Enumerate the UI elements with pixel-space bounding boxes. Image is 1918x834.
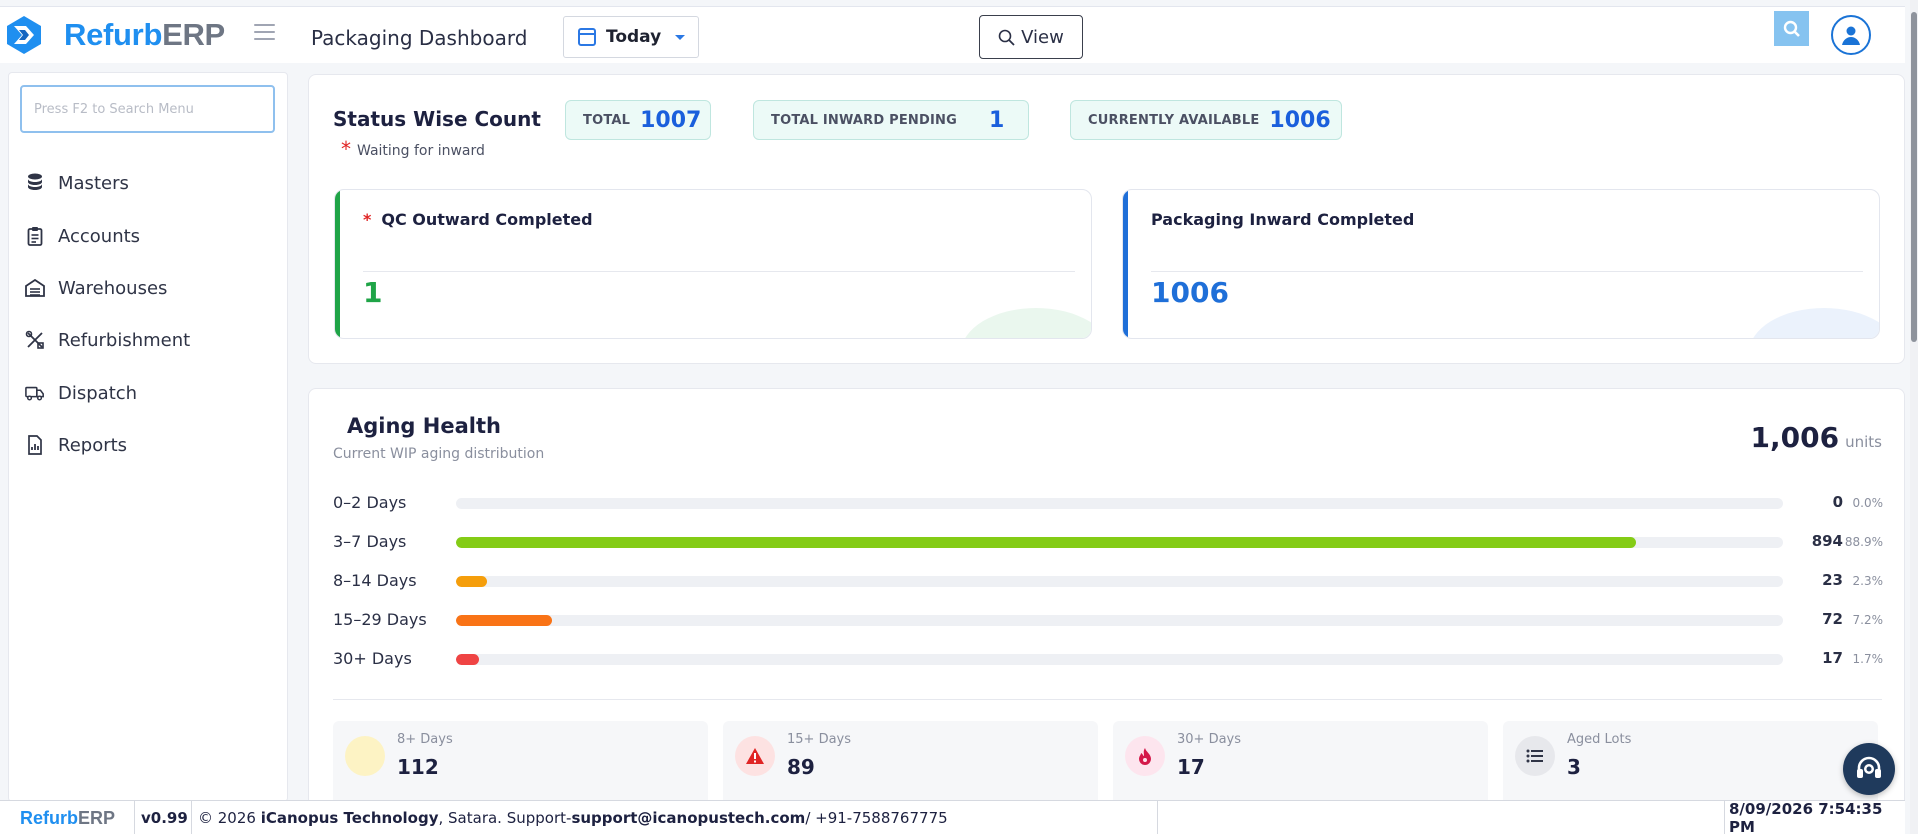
sidebar-item-label: Refurbishment [58, 329, 191, 351]
currently-available-pill: CURRENTLY AVAILABLE 1006 [1070, 100, 1342, 140]
aging-bar-fill [456, 654, 479, 665]
truck-icon [25, 383, 45, 403]
clipboard-icon [25, 226, 45, 246]
global-search-button[interactable] [1774, 11, 1809, 46]
view-button-label: View [1021, 26, 1064, 48]
menu-toggle-icon[interactable] [254, 24, 275, 42]
required-star-icon: * [341, 137, 351, 161]
aging-health-panel: Aging Health Current WIP aging distribut… [308, 388, 1905, 809]
summary-card-aged-lots[interactable]: Aged Lots 3 [1503, 721, 1878, 809]
total-pill: TOTAL 1007 [565, 100, 711, 140]
qc-outward-completed-card[interactable]: * QC Outward Completed 1 [334, 189, 1092, 339]
aging-bar-fill [456, 537, 1636, 548]
page-scrollbar[interactable] [1910, 0, 1918, 834]
status-wise-count-panel: Status Wise Count * Waiting for inward TO… [308, 74, 1905, 364]
packaging-inward-value: 1006 [1151, 276, 1229, 309]
support-email-link[interactable]: support@icanopustech.com [571, 809, 805, 827]
headset-icon [1857, 756, 1881, 778]
sidebar-item-accounts[interactable]: Accounts [25, 221, 140, 251]
required-star-icon: * [363, 210, 372, 229]
menu-search-input[interactable] [20, 85, 275, 133]
aging-title: Aging Health [347, 414, 501, 438]
user-icon [1842, 26, 1860, 45]
calendar-icon [578, 28, 596, 46]
aging-row: 30+ Days 17 1.7% [333, 649, 1883, 668]
view-button[interactable]: View [979, 15, 1083, 59]
search-icon [998, 29, 1015, 46]
user-profile-button[interactable] [1831, 15, 1871, 55]
packaging-inward-completed-card[interactable]: Packaging Inward Completed 1006 [1122, 189, 1880, 339]
chevron-down-icon [675, 34, 686, 40]
clock-icon [345, 736, 385, 776]
aging-row: 15–29 Days 72 7.2% [333, 610, 1883, 629]
footer-spacer [1158, 801, 1725, 834]
summary-card-30-plus[interactable]: 30+ Days 17 [1113, 721, 1488, 809]
aging-row: 0–2 Days 0 0.0% [333, 493, 1883, 512]
sidebar-item-warehouses[interactable]: Warehouses [25, 273, 167, 303]
date-filter-value: Today [606, 27, 662, 47]
footer-copyright: © 2026 iCanopus Technology, Satara. Supp… [192, 801, 1158, 834]
summary-card-15-plus[interactable]: 15+ Days 89 [723, 721, 1098, 809]
support-chat-button[interactable] [1843, 743, 1895, 795]
sidebar-item-label: Warehouses [58, 277, 168, 299]
sidebar: Masters Accounts Warehouses Refurbishmen… [8, 72, 288, 802]
aging-row: 8–14 Days 23 2.3% [333, 571, 1883, 590]
sidebar-item-label: Reports [58, 434, 128, 456]
logo-text: RefurbERP [64, 17, 225, 52]
page-title: Packaging Dashboard [311, 26, 528, 50]
waiting-note: * Waiting for inward [341, 137, 485, 161]
sidebar-item-reports[interactable]: Reports [25, 430, 127, 460]
logo-mark-icon [7, 16, 41, 54]
aging-row: 3–7 Days 894 88.9% [333, 532, 1883, 551]
footer: Refurb ERP v0.99 © 2026 iCanopus Technolo… [0, 800, 1905, 834]
sidebar-item-label: Accounts [58, 225, 141, 247]
date-filter-dropdown[interactable]: Today [563, 16, 699, 58]
aging-bar-fill [456, 576, 487, 587]
tools-icon [25, 330, 45, 350]
footer-datetime: 8/09/2026 7:54:35 PM [1729, 800, 1883, 834]
aging-total: 1,006 units [1750, 421, 1882, 454]
footer-brand: Refurb ERP [0, 801, 135, 834]
sidebar-item-label: Masters [58, 172, 129, 194]
sidebar-item-label: Dispatch [58, 382, 138, 404]
warehouse-icon [25, 278, 45, 298]
sidebar-item-refurbishment[interactable]: Refurbishment [25, 325, 190, 355]
app-version: v0.99 [135, 801, 192, 834]
fire-icon [1125, 736, 1165, 776]
sidebar-item-masters[interactable]: Masters [25, 168, 129, 198]
status-title: Status Wise Count [333, 107, 541, 131]
warning-icon [735, 736, 775, 776]
sidebar-item-dispatch[interactable]: Dispatch [25, 378, 137, 408]
aging-subtitle: Current WIP aging distribution [333, 446, 545, 462]
database-icon [25, 173, 45, 193]
search-icon [1783, 20, 1800, 37]
summary-card-8-plus[interactable]: 8+ Days 112 [333, 721, 708, 809]
app-logo[interactable]: RefurbERP [4, 15, 225, 55]
top-header: RefurbERP Packaging Dashboard Today View [0, 6, 1905, 63]
total-inward-pending-pill: TOTAL INWARD PENDING 1 [753, 100, 1029, 140]
report-icon [25, 435, 45, 455]
aging-bar-fill [456, 615, 552, 626]
list-icon [1515, 736, 1555, 776]
qc-outward-value: 1 [363, 276, 383, 309]
